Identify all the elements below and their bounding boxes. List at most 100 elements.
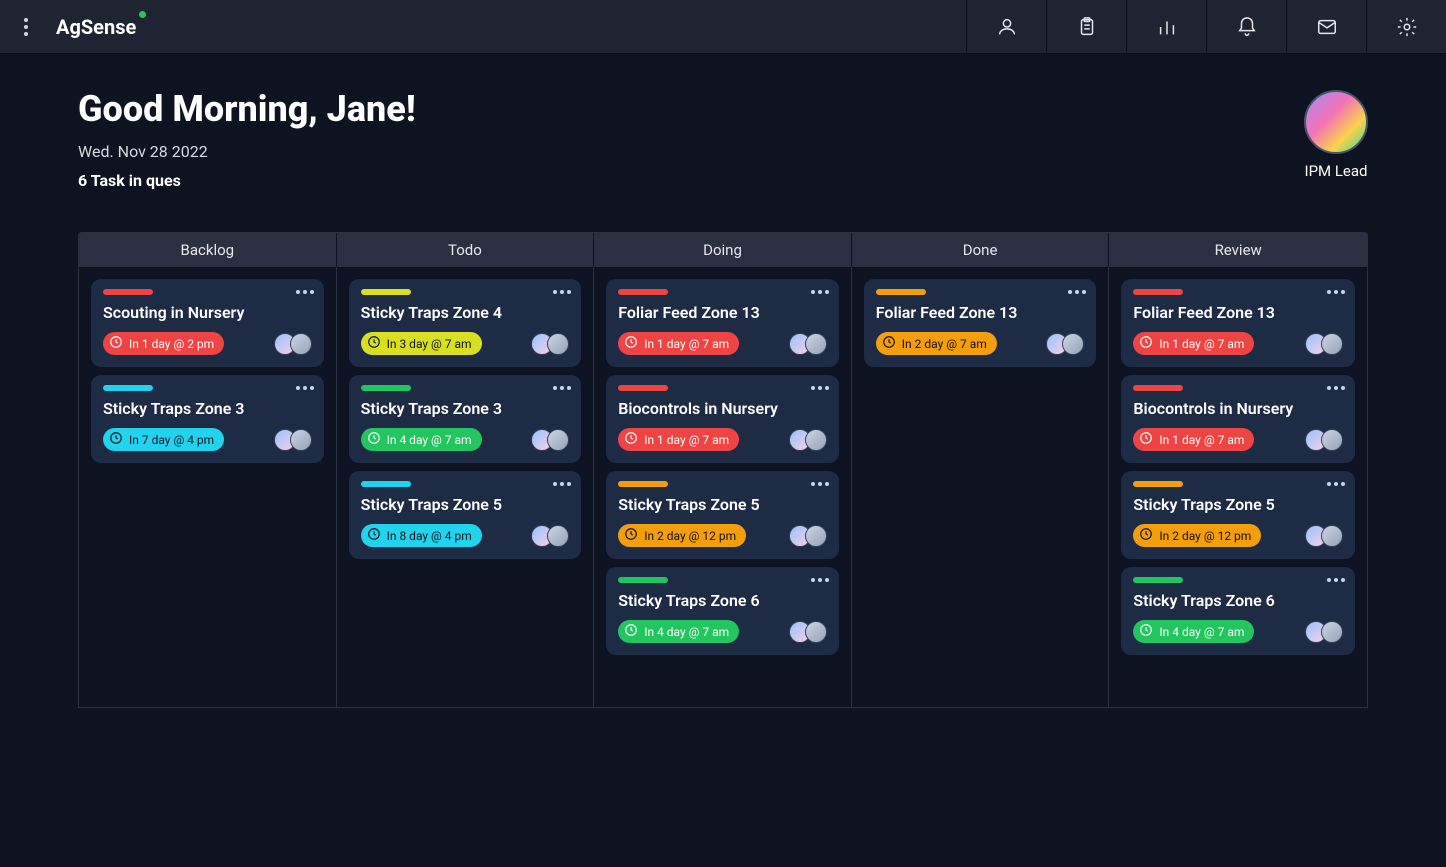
card-menu-icon[interactable] xyxy=(809,285,831,299)
card-menu-icon[interactable] xyxy=(1325,573,1347,587)
due-pill: In 3 day @ 7 am xyxy=(361,332,482,355)
task-card[interactable]: Biocontrols in NurseryIn 1 day @ 7 am xyxy=(1121,375,1355,463)
assignee-avatars[interactable] xyxy=(1305,621,1343,643)
task-card[interactable]: Sticky Traps Zone 5In 2 day @ 12 pm xyxy=(1121,471,1355,559)
card-tag xyxy=(876,289,926,295)
assignee-avatar[interactable] xyxy=(1321,429,1343,451)
card-menu-icon[interactable] xyxy=(1325,477,1347,491)
card-menu-icon[interactable] xyxy=(551,285,573,299)
page-header: Good Morning, Jane! Wed. Nov 28 2022 6 T… xyxy=(78,88,1368,190)
assignee-avatar[interactable] xyxy=(290,429,312,451)
task-card[interactable]: Sticky Traps Zone 6In 4 day @ 7 am xyxy=(606,567,839,655)
card-tag xyxy=(103,385,153,391)
card-menu-icon[interactable] xyxy=(551,477,573,491)
card-menu-icon[interactable] xyxy=(294,285,316,299)
assignee-avatar[interactable] xyxy=(290,333,312,355)
card-tag xyxy=(618,481,668,487)
greeting-block: Good Morning, Jane! Wed. Nov 28 2022 6 T… xyxy=(78,88,416,190)
due-text: In 2 day @ 12 pm xyxy=(644,529,736,543)
card-menu-icon[interactable] xyxy=(1066,285,1088,299)
clock-icon xyxy=(109,335,123,352)
assignee-avatars[interactable] xyxy=(274,333,312,355)
assignee-avatars[interactable] xyxy=(1305,429,1343,451)
card-footer: In 4 day @ 7 am xyxy=(618,620,827,643)
task-card[interactable]: Foliar Feed Zone 13In 1 day @ 7 am xyxy=(1121,279,1355,367)
avatar[interactable] xyxy=(1304,90,1368,154)
column-body: Foliar Feed Zone 13In 1 day @ 7 amBiocon… xyxy=(1109,267,1367,707)
assignee-avatars[interactable] xyxy=(1046,333,1084,355)
card-tag xyxy=(361,289,411,295)
card-title: Sticky Traps Zone 3 xyxy=(361,399,570,418)
assignee-avatars[interactable] xyxy=(789,525,827,547)
brand[interactable]: AgSense xyxy=(56,15,136,39)
gear-icon[interactable] xyxy=(1366,0,1446,53)
task-card[interactable]: Sticky Traps Zone 3 In 4 day @ 7 am xyxy=(349,375,582,463)
assignee-avatars[interactable] xyxy=(274,429,312,451)
task-card[interactable]: Sticky Traps Zone 5In 2 day @ 12 pm xyxy=(606,471,839,559)
column-header: Review xyxy=(1109,233,1367,267)
user-role: IPM Lead xyxy=(1304,162,1368,180)
card-tag xyxy=(618,289,668,295)
card-title: Sticky Traps Zone 5 xyxy=(1133,495,1343,514)
task-card[interactable]: Biocontrols in NurseryIn 1 day @ 7 am xyxy=(606,375,839,463)
mail-icon[interactable] xyxy=(1286,0,1366,53)
due-pill: In 4 day @ 7 am xyxy=(361,428,482,451)
card-menu-icon[interactable] xyxy=(809,573,831,587)
card-tag xyxy=(1133,289,1183,295)
assignee-avatar[interactable] xyxy=(547,429,569,451)
current-date: Wed. Nov 28 2022 xyxy=(78,142,416,161)
topbar: AgSense xyxy=(0,0,1446,54)
task-card[interactable]: Sticky Traps Zone 3In 7 day @ 4 pm xyxy=(91,375,324,463)
user-icon[interactable] xyxy=(966,0,1046,53)
assignee-avatar[interactable] xyxy=(805,525,827,547)
profile-block[interactable]: IPM Lead xyxy=(1304,90,1368,180)
assignee-avatar[interactable] xyxy=(1321,525,1343,547)
due-pill: In 1 day @ 7 am xyxy=(618,332,739,355)
assignee-avatar[interactable] xyxy=(1321,621,1343,643)
clock-icon xyxy=(624,623,638,640)
card-menu-icon[interactable] xyxy=(809,381,831,395)
app-menu-icon[interactable] xyxy=(14,15,38,39)
bell-icon[interactable] xyxy=(1206,0,1286,53)
card-footer: In 2 day @ 12 pm xyxy=(618,524,827,547)
due-pill: In 2 day @ 7 am xyxy=(876,332,997,355)
task-card[interactable]: Scouting in NurseryIn 1 day @ 2 pm xyxy=(91,279,324,367)
bar-chart-icon[interactable] xyxy=(1126,0,1206,53)
assignee-avatars[interactable] xyxy=(789,429,827,451)
card-title: Sticky Traps Zone 4 xyxy=(361,303,570,322)
card-footer: In 1 day @ 7 am xyxy=(618,428,827,451)
assignee-avatar[interactable] xyxy=(547,333,569,355)
card-menu-icon[interactable] xyxy=(809,477,831,491)
task-card[interactable]: Foliar Feed Zone 13In 1 day @ 7 am xyxy=(606,279,839,367)
card-menu-icon[interactable] xyxy=(551,381,573,395)
clipboard-icon[interactable] xyxy=(1046,0,1126,53)
due-pill: In 1 day @ 7 am xyxy=(1133,428,1254,451)
card-tag xyxy=(618,385,668,391)
clock-icon xyxy=(1139,431,1153,448)
assignee-avatars[interactable] xyxy=(789,621,827,643)
column-body: Foliar Feed Zone 13In 2 day @ 7 am xyxy=(852,267,1110,707)
assignee-avatars[interactable] xyxy=(531,525,569,547)
task-card[interactable]: Sticky Traps Zone 6In 4 day @ 7 am xyxy=(1121,567,1355,655)
column-todo: TodoSticky Traps Zone 4In 3 day @ 7 amSt… xyxy=(337,233,595,707)
task-card[interactable]: Sticky Traps Zone 4 In 3 day @ 7 am xyxy=(349,279,582,367)
assignee-avatar[interactable] xyxy=(547,525,569,547)
assignee-avatars[interactable] xyxy=(789,333,827,355)
card-menu-icon[interactable] xyxy=(1325,285,1347,299)
assignee-avatars[interactable] xyxy=(531,333,569,355)
task-card[interactable]: Sticky Traps Zone 5In 8 day @ 4 pm xyxy=(349,471,582,559)
assignee-avatars[interactable] xyxy=(1305,525,1343,547)
task-card[interactable]: Foliar Feed Zone 13In 2 day @ 7 am xyxy=(864,279,1097,367)
due-pill: In 1 day @ 7 am xyxy=(618,428,739,451)
due-text: In 1 day @ 2 pm xyxy=(129,337,214,351)
assignee-avatar[interactable] xyxy=(1062,333,1084,355)
assignee-avatar[interactable] xyxy=(805,333,827,355)
assignee-avatars[interactable] xyxy=(1305,333,1343,355)
card-menu-icon[interactable] xyxy=(294,381,316,395)
assignee-avatar[interactable] xyxy=(805,621,827,643)
assignee-avatar[interactable] xyxy=(1321,333,1343,355)
due-text: In 4 day @ 7 am xyxy=(387,433,472,447)
assignee-avatar[interactable] xyxy=(805,429,827,451)
assignee-avatars[interactable] xyxy=(531,429,569,451)
card-menu-icon[interactable] xyxy=(1325,381,1347,395)
